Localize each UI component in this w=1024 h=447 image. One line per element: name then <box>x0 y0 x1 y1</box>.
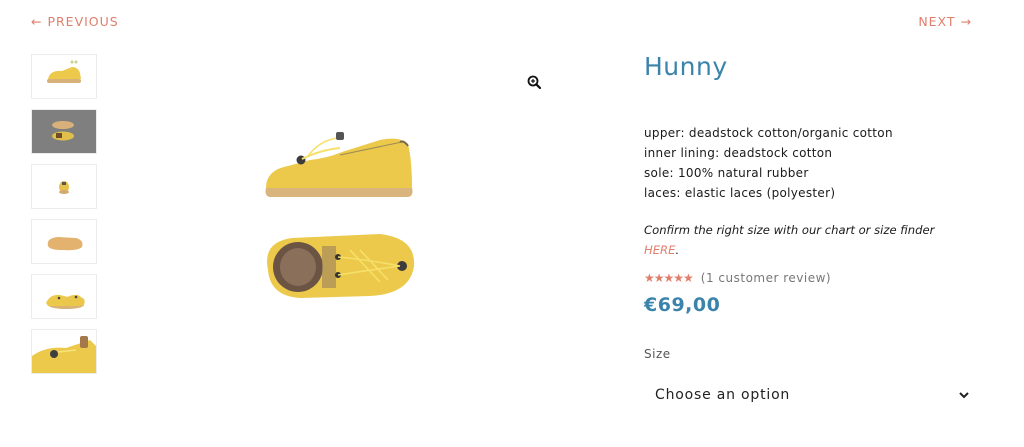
star-rating-icon: ★★★★★ <box>644 271 694 285</box>
thumbnail-side-view[interactable] <box>31 54 97 99</box>
zoom-icon[interactable] <box>527 74 542 90</box>
size-label: Size <box>644 347 671 361</box>
previous-product-link[interactable]: ← PREVIOUS <box>31 14 119 29</box>
size-note-text: Confirm the right size with our chart or… <box>644 223 935 237</box>
spec-inner-lining: inner lining: deadstock cotton <box>644 146 833 160</box>
product-title: Hunny <box>644 52 728 81</box>
size-note-end: . <box>675 243 680 257</box>
next-product-link[interactable]: NEXT → <box>918 14 972 29</box>
customer-review-link[interactable]: (1 customer review) <box>701 271 831 285</box>
spec-laces: laces: elastic laces (polyester) <box>644 186 836 200</box>
product-price: €69,00 <box>644 294 721 316</box>
spec-upper: upper: deadstock cotton/organic cotton <box>644 126 893 140</box>
shoe-side-view <box>265 132 413 197</box>
size-note: Confirm the right size with our chart or… <box>644 220 964 260</box>
spec-sole: sole: 100% natural rubber <box>644 166 809 180</box>
size-finder-link[interactable]: HERE <box>644 243 675 257</box>
product-rating: ★★★★★ (1 customer review) <box>644 271 831 285</box>
product-specs: upper: deadstock cotton/organic cotton i… <box>644 123 893 203</box>
chevron-down-icon <box>959 392 969 399</box>
thumbnail-grey-pair[interactable] <box>31 109 97 154</box>
thumbnail-pair-angle[interactable] <box>31 274 97 319</box>
thumbnail-gallery <box>31 54 97 384</box>
thumbnail-sole-view[interactable] <box>31 219 97 264</box>
size-select[interactable]: Choose an option <box>644 381 974 409</box>
size-select-value: Choose an option <box>655 387 791 403</box>
thumbnail-closeup[interactable] <box>31 329 97 374</box>
shoe-top-view <box>267 234 415 298</box>
thumbnail-back-view[interactable] <box>31 164 97 209</box>
main-product-image[interactable] <box>240 110 440 310</box>
